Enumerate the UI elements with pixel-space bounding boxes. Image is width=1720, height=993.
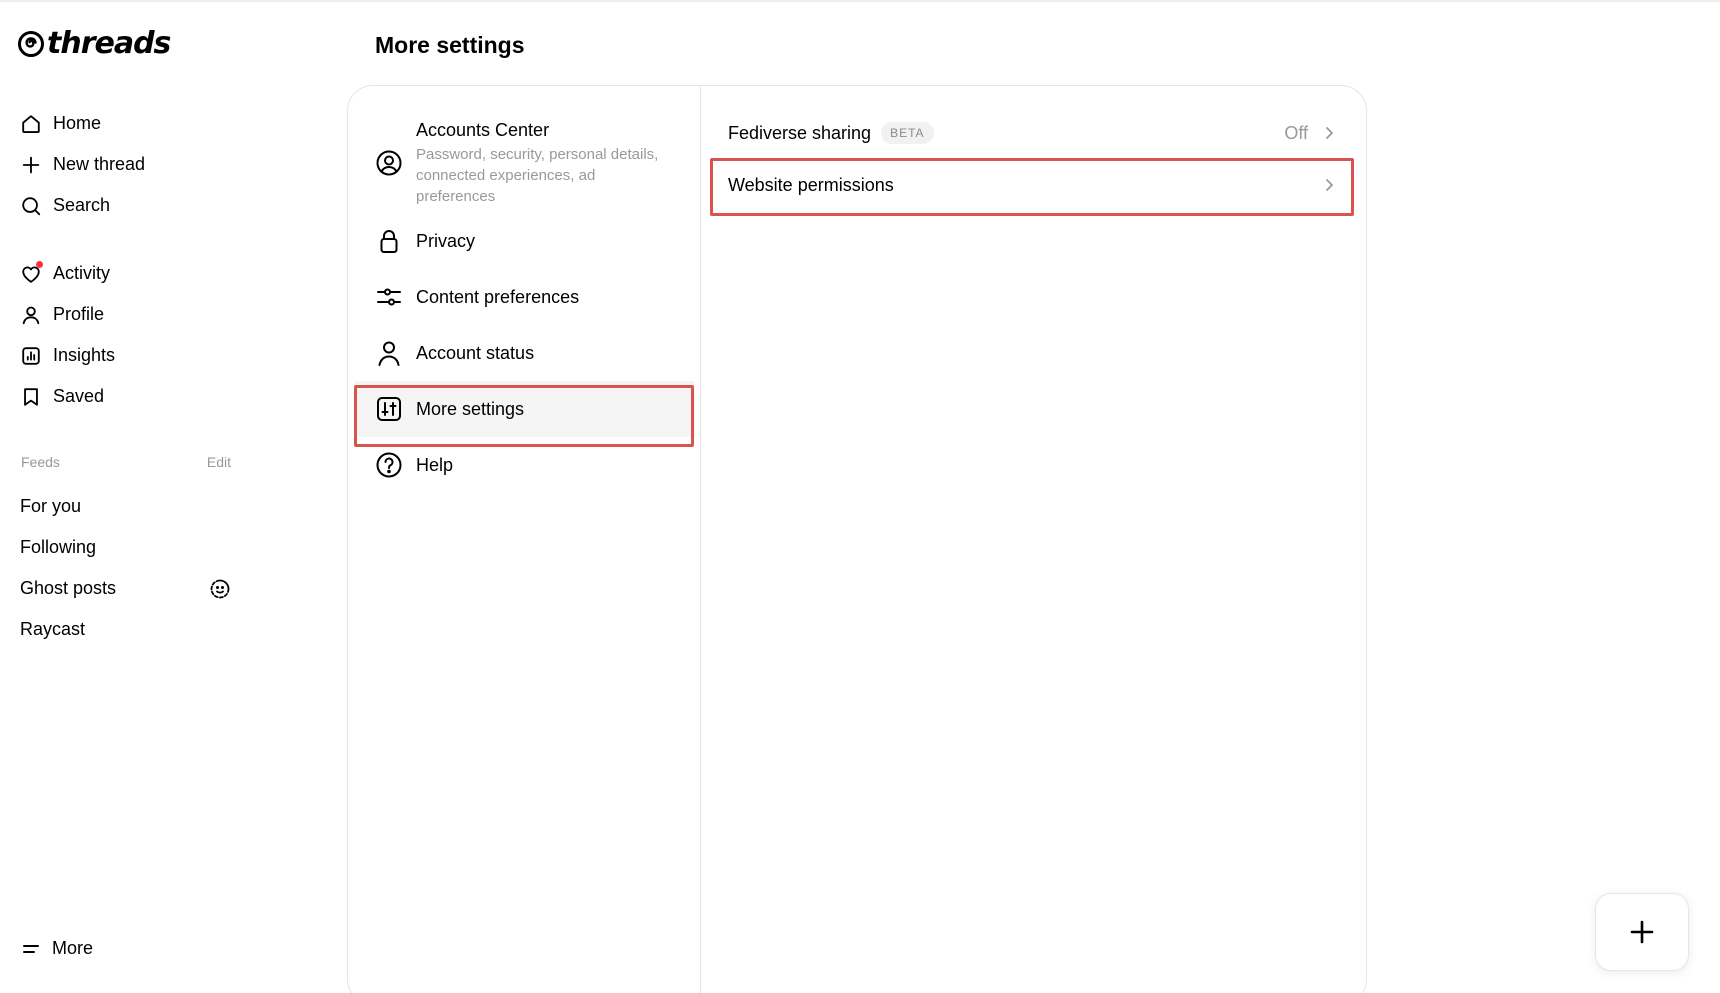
person-icon: [20, 304, 42, 326]
feed-following[interactable]: Following: [20, 527, 232, 568]
account-status-icon: [375, 339, 403, 367]
nav-new-thread-label: New thread: [53, 154, 146, 174]
more-menu-button[interactable]: More: [22, 938, 93, 959]
nav-search-label: Search: [53, 195, 111, 215]
bookmark-icon: [20, 386, 42, 408]
lock-icon: [375, 227, 403, 255]
plus-icon: [20, 154, 42, 176]
main-nav: Home New thread Search: [20, 103, 145, 226]
beta-badge: BETA: [881, 122, 934, 144]
feed-label: For you: [20, 496, 82, 516]
more-settings-icon: [375, 395, 403, 423]
menu-help[interactable]: Help: [355, 437, 695, 493]
secondary-nav: Activity Profile Insights Saved: [20, 253, 115, 417]
fediverse-sharing-row[interactable]: Fediverse sharing BETA Off: [712, 108, 1352, 158]
menu-privacy[interactable]: Privacy: [355, 213, 695, 269]
feed-for-you[interactable]: For you: [20, 486, 232, 527]
threads-wordmark: threads: [47, 26, 171, 61]
accounts-center-description: Password, security, personal details, co…: [416, 145, 659, 205]
nav-profile[interactable]: Profile: [20, 294, 115, 335]
nav-saved-label: Saved: [53, 386, 105, 406]
menu-help-label: Help: [416, 454, 454, 475]
home-icon: [20, 113, 42, 135]
menu-more-settings-label: More settings: [416, 398, 525, 419]
nav-search[interactable]: Search: [20, 185, 145, 226]
nav-new-thread[interactable]: New thread: [20, 144, 145, 185]
menu-accounts-center[interactable]: Accounts Center Password, security, pers…: [355, 113, 695, 213]
plus-icon: [1630, 920, 1654, 944]
more-settings-content: Fediverse sharing BETA Off Website permi…: [712, 108, 1352, 212]
threads-logo[interactable]: threads: [17, 26, 171, 61]
new-thread-fab[interactable]: [1595, 893, 1689, 971]
top-border: [0, 0, 1720, 2]
feeds-title: Feeds: [21, 454, 60, 470]
website-permissions-row[interactable]: Website permissions: [712, 158, 1352, 212]
nav-home-label: Home: [53, 113, 102, 133]
menu-privacy-label: Privacy: [416, 230, 476, 251]
feed-label: Following: [20, 537, 97, 557]
feeds-edit-button[interactable]: Edit: [207, 454, 231, 470]
help-icon: [375, 451, 403, 479]
menu-more-settings[interactable]: More settings: [355, 381, 695, 437]
feeds-header: Feeds Edit: [21, 454, 231, 470]
nav-insights-label: Insights: [53, 345, 116, 365]
feed-label: Ghost posts: [20, 578, 117, 598]
search-icon: [20, 195, 42, 217]
fediverse-sharing-label: Fediverse sharing: [728, 122, 872, 143]
nav-activity[interactable]: Activity: [20, 253, 115, 294]
feed-label: Raycast: [20, 619, 86, 639]
accounts-center-text: Accounts Center Password, security, pers…: [416, 120, 676, 207]
website-permissions-label: Website permissions: [728, 174, 894, 195]
chevron-right-icon: [1326, 179, 1333, 191]
menu-content-preferences-label: Content preferences: [416, 286, 580, 307]
nav-insights[interactable]: Insights: [20, 335, 115, 376]
nav-saved[interactable]: Saved: [20, 376, 115, 417]
feeds-list: For you Following Ghost posts Raycast: [20, 486, 232, 650]
sliders-icon: [375, 283, 403, 311]
panel-divider: [700, 86, 701, 993]
menu-icon: [23, 944, 39, 953]
activity-badge-dot: [36, 260, 43, 268]
settings-menu: Accounts Center Password, security, pers…: [355, 113, 695, 493]
insights-icon: [20, 345, 42, 367]
ghost-posts-icon: [210, 579, 230, 598]
feed-ghost-posts[interactable]: Ghost posts: [20, 568, 232, 609]
fediverse-sharing-value: Off: [1284, 122, 1308, 143]
more-label: More: [52, 938, 94, 958]
menu-account-status[interactable]: Account status: [355, 325, 695, 381]
account-circle-icon: [375, 149, 403, 177]
feed-raycast[interactable]: Raycast: [20, 609, 232, 650]
page-title: More settings: [375, 32, 525, 58]
menu-account-status-label: Account status: [416, 342, 535, 363]
menu-content-preferences[interactable]: Content preferences: [355, 269, 695, 325]
nav-activity-label: Activity: [53, 263, 111, 283]
threads-logo-icon: [18, 30, 44, 57]
nav-profile-label: Profile: [53, 304, 105, 324]
chevron-right-icon: [1326, 127, 1333, 139]
heart-icon: [20, 260, 43, 285]
nav-home[interactable]: Home: [20, 103, 145, 144]
accounts-center-label: Accounts Center: [416, 119, 550, 140]
